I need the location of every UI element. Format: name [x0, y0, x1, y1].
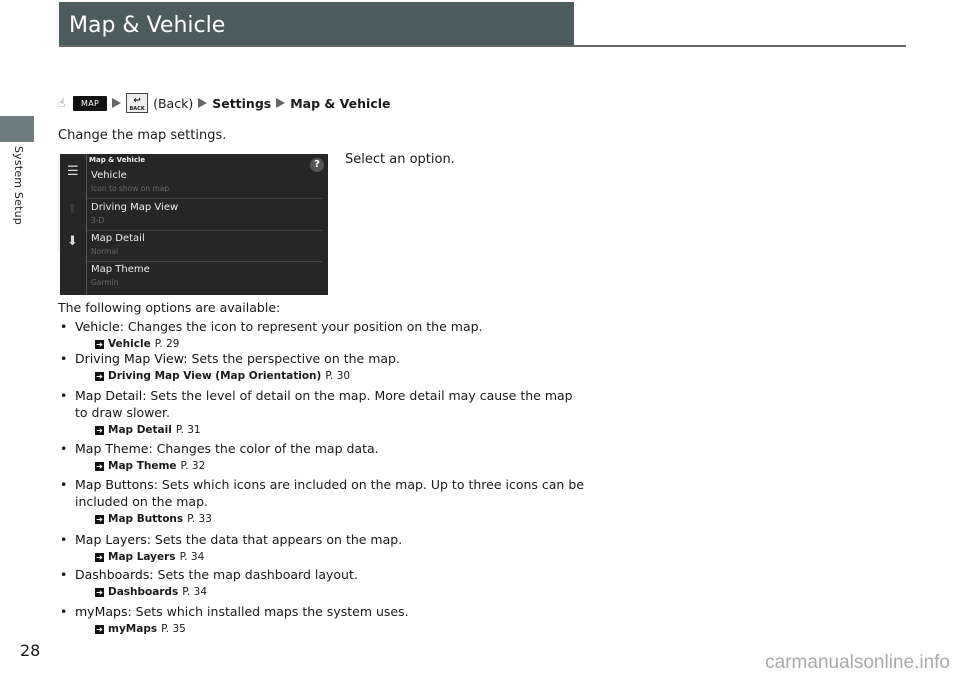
screen-sidebar: ☰ ⬆ ⬇	[60, 154, 87, 295]
page-reference[interactable]: ➔ Map Layers P. 34	[95, 549, 588, 566]
reference-title[interactable]: Map Layers	[108, 549, 176, 566]
option-name: Map Detail	[75, 388, 143, 403]
arrow-right-icon	[112, 98, 122, 108]
option-name: Map Theme	[75, 441, 149, 456]
option-name: Dashboards	[75, 567, 150, 582]
reference-title[interactable]: Driving Map View (Map Orientation)	[108, 368, 321, 385]
option-desc: : Sets the perspective on the map.	[183, 351, 400, 366]
breadcrumb: ☝ MAP ↩ BACK (Back) Settings Map & Vehicl…	[58, 93, 391, 113]
option-name: Map Layers	[75, 532, 147, 547]
bullet: •	[60, 567, 68, 582]
option-item: • Driving Map View: Sets the perspective…	[58, 350, 588, 385]
reference-title[interactable]: myMaps	[108, 621, 157, 638]
page-reference[interactable]: ➔ Map Detail P. 31	[95, 422, 588, 439]
page-reference[interactable]: ➔ Map Buttons P. 33	[95, 511, 588, 528]
reference-page: P. 30	[325, 370, 351, 382]
options-intro: The following options are available:	[58, 300, 281, 315]
reference-title[interactable]: Map Buttons	[108, 511, 183, 528]
page-reference[interactable]: ➔ Driving Map View (Map Orientation) P. 30	[95, 368, 588, 385]
menu-icon: ☰	[67, 164, 79, 179]
arrow-right-icon	[198, 98, 208, 108]
option-desc: : Sets the map dashboard layout.	[149, 567, 358, 582]
reference-title[interactable]: Map Detail	[108, 422, 172, 439]
option-desc: : Sets which installed maps the system u…	[127, 604, 409, 619]
breadcrumb-step: Settings	[212, 95, 272, 111]
option-desc: : Changes the color of the map data.	[148, 441, 379, 456]
reference-arrow-icon: ➔	[95, 340, 104, 349]
touch-icon: ☝	[58, 96, 66, 110]
reference-arrow-icon: ➔	[95, 588, 104, 597]
reference-page: P. 33	[187, 513, 212, 525]
page-number: 28	[20, 641, 41, 660]
reference-page: P. 34	[179, 551, 205, 563]
bullet: •	[60, 351, 68, 366]
bullet: •	[60, 532, 68, 547]
screen-item: Vehicle Icon to show on map	[87, 168, 322, 199]
bullet: •	[60, 441, 68, 456]
option-item: • Vehicle: Changes the icon to represent…	[58, 318, 588, 353]
screen-item: Driving Map View 3-D	[87, 200, 322, 231]
page-reference[interactable]: ➔ Dashboards P. 34	[95, 584, 588, 601]
option-item: • myMaps: Sets which installed maps the …	[58, 603, 588, 638]
reference-page: P. 32	[180, 460, 206, 472]
map-button-icon: MAP	[73, 95, 108, 111]
arrow-right-icon	[276, 98, 286, 108]
screen-header: Map & Vehicle	[89, 156, 146, 164]
screen-item: Map Theme Garmin	[91, 264, 150, 287]
page-title: Map & Vehicle	[69, 13, 226, 38]
option-name: Driving Map View	[75, 351, 184, 366]
page-reference[interactable]: ➔ Map Theme P. 32	[95, 458, 588, 475]
section-label: System Setup	[12, 146, 25, 225]
section-tab	[0, 116, 34, 142]
divider	[58, 152, 59, 252]
reference-arrow-icon: ➔	[95, 372, 104, 381]
option-desc: : Changes the icon to represent your pos…	[119, 319, 483, 334]
option-desc: : Sets the level of detail on the map. M…	[75, 388, 573, 420]
reference-page: P. 31	[175, 424, 201, 436]
arrow-up-icon: ⬆	[67, 202, 78, 217]
reference-title[interactable]: Map Theme	[108, 458, 177, 475]
option-name: Map Buttons	[75, 477, 154, 492]
reference-page: P. 34	[182, 586, 208, 598]
option-name: Vehicle	[75, 319, 120, 334]
option-item: • Map Layers: Sets the data that appears…	[58, 531, 588, 566]
option-item: • Map Theme: Changes the color of the ma…	[58, 440, 588, 475]
reference-title[interactable]: Dashboards	[108, 584, 178, 601]
reference-arrow-icon: ➔	[95, 462, 104, 471]
reference-page: P. 35	[161, 623, 186, 635]
intro-text: Change the map settings.	[58, 128, 227, 143]
option-name: myMaps	[75, 604, 128, 619]
breadcrumb-step: Map & Vehicle	[290, 95, 391, 111]
page-title-bar: Map & Vehicle	[59, 2, 574, 45]
page-reference[interactable]: ➔ myMaps P. 35	[95, 621, 588, 638]
back-button-icon: ↩ BACK	[126, 93, 149, 113]
device-screenshot: ☰ ⬆ ⬇ Map & Vehicle ? Vehicle Icon to sh…	[60, 154, 328, 295]
bullet: •	[60, 604, 68, 619]
arrow-down-icon: ⬇	[67, 234, 78, 249]
reference-arrow-icon: ➔	[95, 553, 104, 562]
back-text: (Back)	[153, 95, 194, 111]
screen-item: Map Detail Normal	[87, 231, 322, 262]
option-desc: : Sets the data that appears on the map.	[146, 532, 403, 547]
instruction-text: Select an option.	[345, 152, 455, 167]
bullet: •	[60, 319, 68, 334]
title-rule	[59, 45, 906, 47]
option-item: • Dashboards: Sets the map dashboard lay…	[58, 566, 588, 601]
option-item: • Map Detail: Sets the level of detail o…	[58, 387, 588, 439]
reference-arrow-icon: ➔	[95, 515, 104, 524]
reference-arrow-icon: ➔	[95, 625, 104, 634]
bullet: •	[60, 388, 68, 403]
option-item: • Map Buttons: Sets which icons are incl…	[58, 476, 588, 528]
bullet: •	[60, 477, 68, 492]
reference-arrow-icon: ➔	[95, 426, 104, 435]
watermark: carmanualsonline.info	[765, 652, 950, 673]
